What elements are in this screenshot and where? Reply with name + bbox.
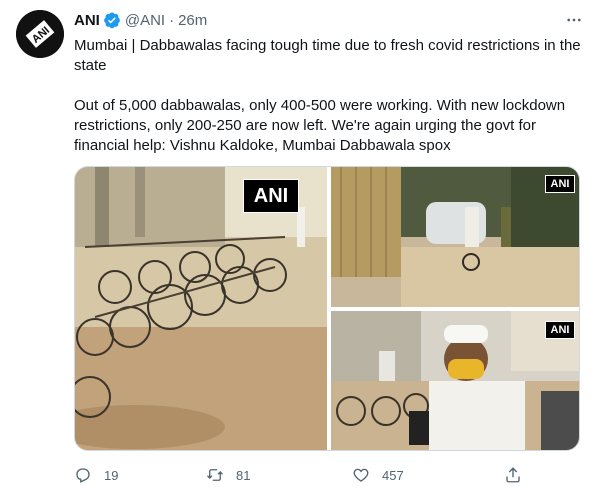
ani-watermark-small: ANI <box>545 321 575 339</box>
author-name[interactable]: ANI <box>74 12 100 29</box>
retweet-button[interactable]: 81 <box>206 466 250 484</box>
ani-logo-avatar: ANI <box>16 10 64 58</box>
tweet-text-body: Out of 5,000 dabbawalas, only 400-500 we… <box>74 97 566 154</box>
retweet-count: 81 <box>236 467 251 483</box>
ani-watermark: ANI <box>243 179 299 213</box>
tweet-actions: 19 81 457 <box>74 463 584 487</box>
like-count: 457 <box>382 467 404 483</box>
retweet-icon <box>207 469 223 481</box>
media-grid: ANI ANI ANI <box>74 166 580 451</box>
verified-badge-icon <box>103 11 121 29</box>
author-handle[interactable]: @ANI <box>125 12 165 29</box>
timestamp[interactable]: 26m <box>178 12 207 29</box>
ani-watermark-small: ANI <box>545 175 575 193</box>
reply-count: 19 <box>104 467 119 483</box>
photo-dabbawala-cycling[interactable]: ANI <box>331 167 579 307</box>
like-button[interactable]: 457 <box>352 466 404 484</box>
reply-button[interactable]: 19 <box>74 466 118 484</box>
tweet-header: ANI @ANI · 26m <box>74 10 584 30</box>
separator-dot: · <box>169 11 175 29</box>
like-icon <box>353 468 369 482</box>
tweet-text: Mumbai | Dabbawalas facing tough time du… <box>74 36 584 156</box>
photo-dabbawala-interview[interactable]: ANI <box>331 311 579 450</box>
more-options-icon[interactable] <box>564 10 584 30</box>
tweet-text-headline: Mumbai | Dabbawalas facing tough time du… <box>74 37 581 74</box>
tweet-card[interactable]: ANI ANI @ANI · 26m Mumbai | Dabbawalas f… <box>0 0 600 491</box>
share-button[interactable] <box>504 466 522 484</box>
photo-bicycles-parked[interactable]: ANI <box>75 167 327 450</box>
reply-icon <box>76 468 90 483</box>
avatar[interactable]: ANI <box>16 10 64 58</box>
share-icon <box>506 467 520 483</box>
